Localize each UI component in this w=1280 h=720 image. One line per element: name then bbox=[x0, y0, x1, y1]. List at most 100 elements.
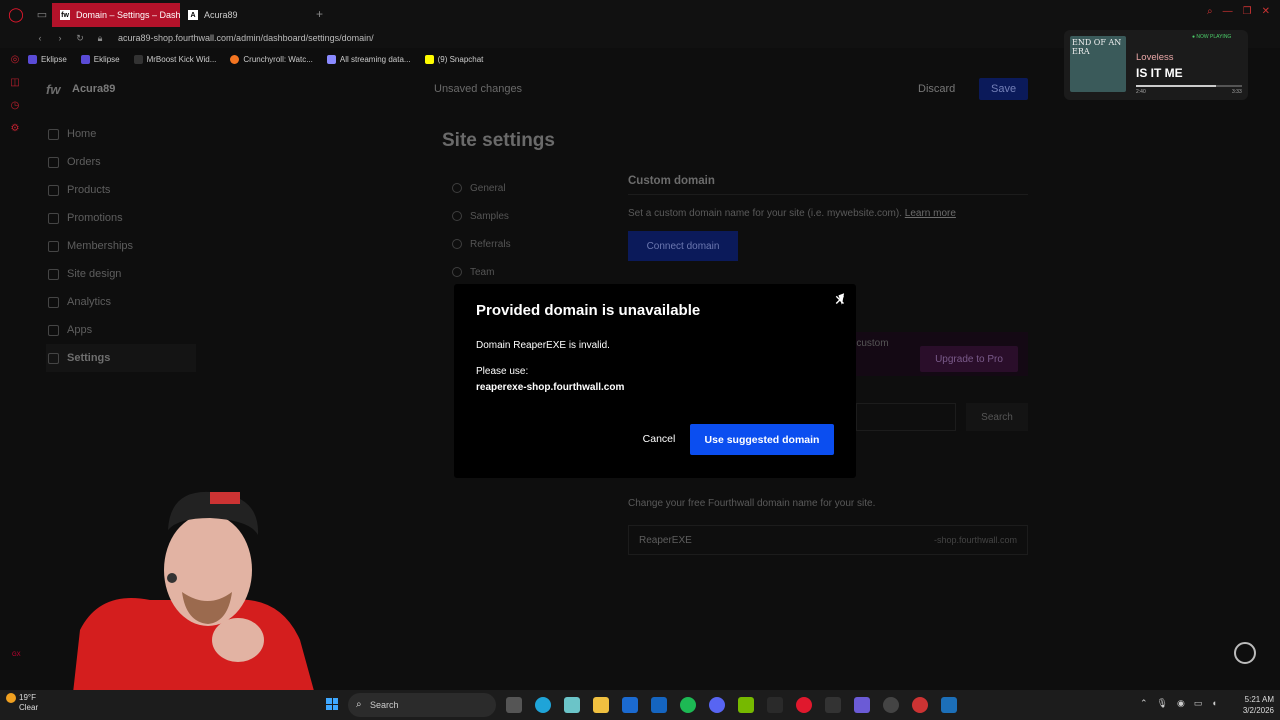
network-icon[interactable]: ▭ bbox=[1194, 698, 1203, 709]
sidebar-item-apps[interactable]: Apps bbox=[46, 316, 196, 344]
settings-icon[interactable]: ⚙ bbox=[11, 123, 20, 134]
file-icon[interactable] bbox=[506, 697, 522, 713]
twitch-icon[interactable]: ◫ bbox=[10, 77, 19, 88]
app-icon[interactable] bbox=[941, 697, 957, 713]
use-suggested-domain-button[interactable]: Use suggested domain bbox=[690, 424, 834, 455]
progress-fill bbox=[1136, 85, 1216, 87]
domain-search-input[interactable] bbox=[856, 403, 956, 431]
obs-icon[interactable] bbox=[767, 697, 783, 713]
subnav-referrals[interactable]: Referrals bbox=[452, 230, 592, 258]
back-icon[interactable]: ‹ bbox=[30, 33, 50, 43]
chevron-up-icon[interactable]: ⌃ bbox=[1140, 698, 1148, 709]
sidebar-item-memberships[interactable]: Memberships bbox=[46, 232, 196, 260]
edge-icon[interactable] bbox=[535, 697, 551, 713]
sidebar-item-analytics[interactable]: Analytics bbox=[46, 288, 196, 316]
store-icon[interactable] bbox=[622, 697, 638, 713]
tab-menu-icon[interactable]: ▭ bbox=[32, 0, 52, 28]
bookmark-item[interactable]: MrBoost Kick Wid... bbox=[133, 54, 216, 64]
fourthwall-logo[interactable]: fw bbox=[46, 82, 60, 97]
bookmark-item[interactable]: Eklipse bbox=[28, 54, 67, 64]
subnav-general[interactable]: General bbox=[452, 174, 592, 202]
new-tab-icon[interactable]: + bbox=[316, 7, 323, 21]
sidebar-item-site-design[interactable]: Site design bbox=[46, 260, 196, 288]
subnav-team[interactable]: Team bbox=[452, 258, 592, 286]
sidebar-item-promotions[interactable]: Promotions bbox=[46, 204, 196, 232]
settings-icon bbox=[48, 352, 59, 364]
gx-control-icon[interactable]: ◎ bbox=[11, 54, 20, 65]
tab-domain-settings[interactable]: fw Domain – Settings – Dashb bbox=[52, 3, 180, 27]
suggested-domain: reaperexe-shop.fourthwall.com bbox=[476, 382, 625, 393]
maximize-icon[interactable]: ❐ bbox=[1243, 6, 1252, 17]
free-domain-field[interactable]: ReaperEXE -shop.fourthwall.com bbox=[628, 525, 1028, 555]
sidebar-item-orders[interactable]: Orders bbox=[46, 148, 196, 176]
bookmark-item[interactable]: Crunchyroll: Watc... bbox=[230, 54, 313, 64]
taskbar: 19°F Clear ⌕ Search ⌃ � bbox=[0, 690, 1280, 720]
nvidia-icon[interactable] bbox=[738, 697, 754, 713]
opera-gx-icon[interactable] bbox=[796, 697, 812, 713]
dialog-title: Provided domain is unavailable bbox=[476, 302, 701, 319]
custom-domain-description: Set a custom domain name for your site (… bbox=[628, 208, 956, 219]
save-button[interactable]: Save bbox=[979, 78, 1029, 100]
location-icon[interactable]: ◉ bbox=[1177, 698, 1185, 709]
cancel-button[interactable]: Cancel bbox=[630, 424, 688, 454]
minimize-icon[interactable]: — bbox=[1223, 6, 1233, 17]
sidebar-nav: Home Orders Products Promotions Membersh… bbox=[46, 120, 196, 372]
tab-bar: ◯ ▭ fw Domain – Settings – Dashb A Acura… bbox=[0, 0, 1280, 28]
sidebar-item-products[interactable]: Products bbox=[46, 176, 196, 204]
sidebar-item-settings[interactable]: Settings bbox=[46, 344, 196, 372]
opera-sidebar: ◎ ◫ ◷ ⚙ bbox=[0, 48, 30, 668]
screen: ◯ ▭ fw Domain – Settings – Dashb A Acura… bbox=[0, 0, 1280, 720]
eklipse-icon bbox=[80, 54, 90, 64]
tab-acura89[interactable]: A Acura89 bbox=[180, 3, 308, 27]
outlook-icon[interactable] bbox=[651, 697, 667, 713]
bookmarks-bar: Eklipse Eklipse MrBoost Kick Wid... Crun… bbox=[28, 50, 483, 68]
close-window-icon[interactable]: ✕ bbox=[1262, 6, 1270, 17]
page-icon bbox=[133, 54, 143, 64]
sidebar-item-home[interactable]: Home bbox=[46, 120, 196, 148]
forward-icon[interactable]: › bbox=[50, 33, 70, 43]
learn-more-link[interactable]: Learn more bbox=[905, 208, 956, 219]
history-icon[interactable]: ◷ bbox=[11, 100, 20, 111]
bookmark-item[interactable]: (9) Snapchat bbox=[424, 54, 483, 64]
settings-app-icon[interactable] bbox=[883, 697, 899, 713]
dialog-message: Domain ReaperEXE is invalid. bbox=[476, 340, 610, 351]
search-tabs-icon[interactable]: ⌕ bbox=[1207, 6, 1213, 17]
connect-domain-button[interactable]: Connect domain bbox=[628, 231, 738, 261]
taskbar-apps bbox=[506, 697, 957, 713]
spotify-icon[interactable] bbox=[680, 697, 696, 713]
bookmark-item[interactable]: Eklipse bbox=[80, 54, 120, 64]
duration-time: 3:33 bbox=[1232, 89, 1242, 95]
opera-menu-icon[interactable]: ◯ bbox=[0, 0, 32, 28]
store-name[interactable]: Acura89 bbox=[72, 83, 115, 95]
orders-icon bbox=[48, 156, 59, 168]
lock-icon: 🔒︎ bbox=[97, 32, 103, 43]
discard-button[interactable]: Discard bbox=[906, 78, 967, 100]
windows-start-icon[interactable] bbox=[326, 698, 338, 710]
volume-icon[interactable]: ◖ bbox=[1211, 698, 1216, 709]
bookmark-item[interactable]: All streaming data... bbox=[326, 54, 411, 64]
weather-widget[interactable]: 19°F Clear bbox=[6, 693, 38, 713]
upgrade-to-pro-button[interactable]: Upgrade to Pro bbox=[920, 346, 1018, 372]
search-button[interactable]: Search bbox=[966, 403, 1028, 431]
folder-icon[interactable] bbox=[593, 697, 609, 713]
megaphone-icon bbox=[452, 239, 462, 249]
discord-icon[interactable] bbox=[709, 697, 725, 713]
weather-icon bbox=[6, 693, 16, 703]
clock[interactable]: 5:21 AM 3/2/2026 bbox=[1218, 694, 1274, 716]
taskbar-search[interactable]: ⌕ Search bbox=[348, 693, 496, 717]
now-playing-widget[interactable]: END OF AN ERA ● NOW PLAYING Loveless IS … bbox=[1064, 30, 1248, 100]
free-domain-value: ReaperEXE bbox=[639, 534, 692, 546]
subnav-samples[interactable]: Samples bbox=[452, 202, 592, 230]
domain-unavailable-dialog: Provided domain is unavailable ✕ Domain … bbox=[454, 284, 856, 478]
copilot-icon[interactable] bbox=[564, 697, 580, 713]
url-field[interactable]: acura89-shop.fourthwall.com/admin/dashbo… bbox=[118, 33, 374, 43]
epic-games-icon[interactable] bbox=[825, 697, 841, 713]
app-icon[interactable] bbox=[854, 697, 870, 713]
chat-bubble-icon[interactable] bbox=[1234, 642, 1256, 664]
streaming-icon bbox=[326, 54, 336, 64]
a-favicon-icon: A bbox=[188, 10, 198, 20]
now-playing-badge: ● NOW PLAYING bbox=[1192, 34, 1232, 40]
microphone-icon[interactable]: 🎙︎ bbox=[1157, 698, 1168, 709]
app-icon[interactable] bbox=[912, 697, 928, 713]
reload-icon[interactable]: ↻ bbox=[70, 33, 90, 44]
